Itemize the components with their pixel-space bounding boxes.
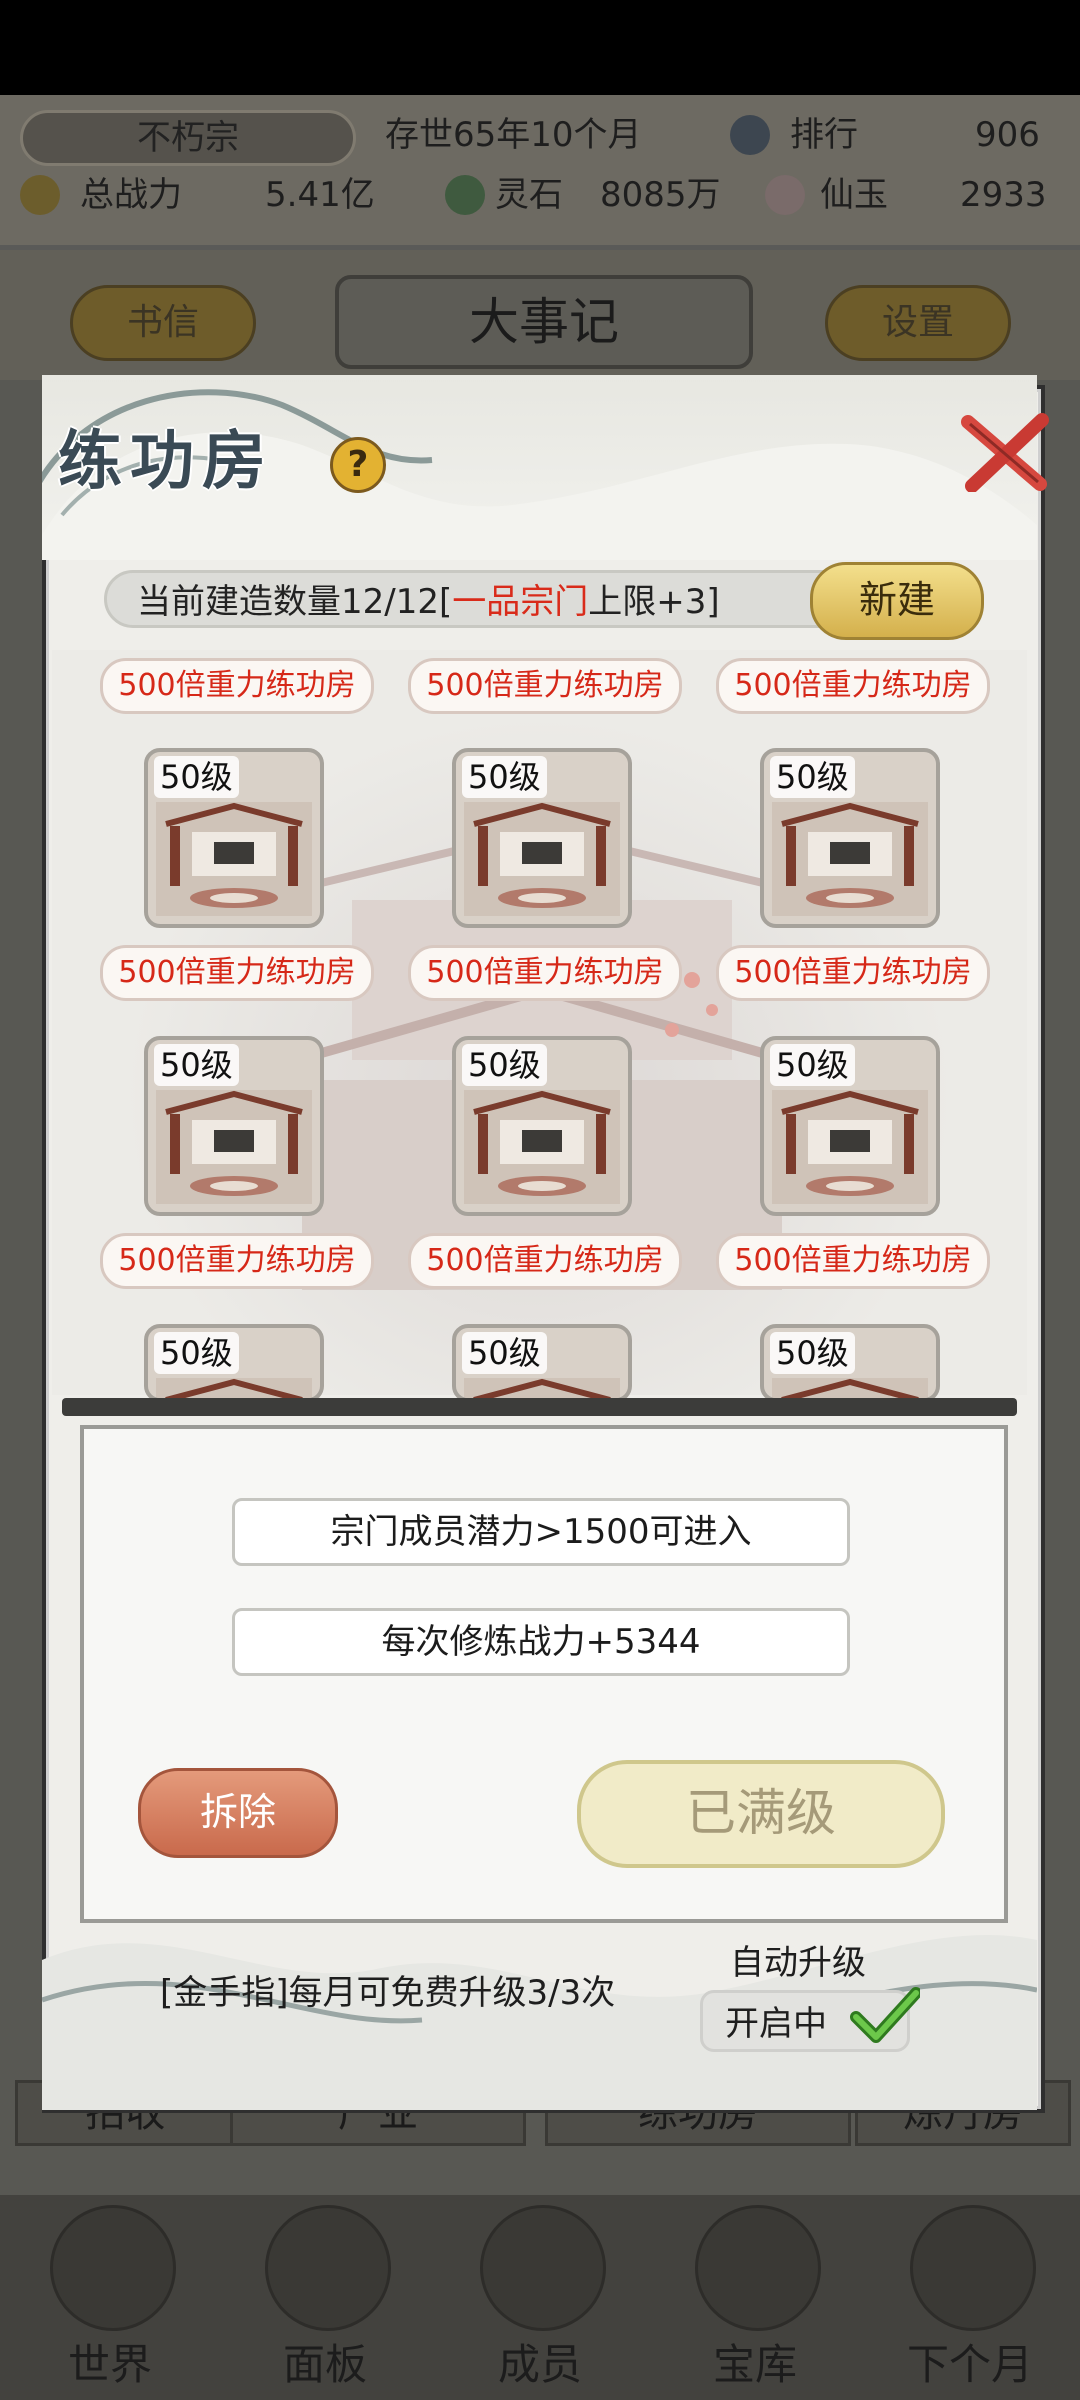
nav-treasury-label: 宝库 [712, 2340, 797, 2389]
room-name-label: 500倍重力练功房 [716, 945, 990, 1001]
nav-members-label: 成员 [497, 2340, 582, 2389]
nav-next-month[interactable]: 下个月 [890, 2205, 1050, 2392]
room-level-badge: 50级 [770, 1332, 855, 1374]
room-name-label: 500倍重力练功房 [716, 658, 990, 714]
gold-finger-text: [金手指]每月可免费升级3/3次 [160, 1973, 616, 2013]
requirement-field: 宗门成员潜力>1500可进入 [232, 1498, 850, 1566]
nav-panel[interactable]: 面板 [245, 2205, 405, 2392]
room-level-badge: 50级 [770, 756, 855, 798]
room-level-badge: 50级 [154, 1332, 239, 1374]
room-card[interactable]: 50级 [144, 1324, 324, 1402]
spirit-stone-icon [445, 175, 485, 215]
nav-next-month-label: 下个月 [906, 2340, 1033, 2389]
spirit-stone-label: 灵石 [495, 175, 563, 215]
room-card[interactable]: 50级 [144, 748, 324, 928]
room-level-badge: 50级 [462, 1332, 547, 1374]
training-room-icon [464, 1090, 620, 1204]
training-room-icon [156, 802, 312, 916]
room-card[interactable]: 50级 [760, 1324, 940, 1402]
help-icon[interactable]: ? [330, 437, 386, 493]
room-level-badge: 50级 [154, 756, 239, 798]
rank-icon [730, 115, 770, 155]
settings-button[interactable]: 设置 [825, 285, 1011, 361]
room-card[interactable]: 50级 [452, 1036, 632, 1216]
room-card[interactable]: 50级 [144, 1036, 324, 1216]
nav-panel-label: 面板 [282, 2340, 367, 2389]
room-level-badge: 50级 [770, 1044, 855, 1086]
room-name-label: 500倍重力练功房 [408, 658, 682, 714]
spirit-stone-value: 8085万 [600, 175, 721, 215]
letters-button[interactable]: 书信 [70, 285, 256, 361]
room-card[interactable]: 50级 [760, 748, 940, 928]
count-suffix: 上限+3] [588, 582, 720, 622]
training-room-icon [464, 802, 620, 916]
dialog-title: 练功房 [58, 424, 274, 499]
nav-world[interactable]: 世界 [30, 2205, 190, 2392]
nav-treasury[interactable]: 宝库 [675, 2205, 835, 2392]
room-name-label: 500倍重力练功房 [100, 945, 374, 1001]
power-value: 5.41亿 [265, 175, 375, 215]
room-name-label: 500倍重力练功房 [100, 658, 374, 714]
status-bar [0, 0, 1080, 95]
room-name-label: 500倍重力练功房 [716, 1233, 990, 1289]
training-room-icon [156, 1090, 312, 1204]
demolish-button[interactable]: 拆除 [138, 1768, 338, 1858]
check-icon[interactable] [850, 1985, 920, 2045]
room-level-badge: 50级 [154, 1044, 239, 1086]
room-card[interactable]: 50级 [452, 748, 632, 928]
panel-icon [265, 2205, 391, 2331]
room-name-label: 500倍重力练功房 [408, 945, 682, 1001]
sect-name: 不朽宗 [20, 110, 356, 166]
room-name-label: 500倍重力练功房 [408, 1233, 682, 1289]
power-label: 总战力 [80, 175, 182, 215]
room-card[interactable]: 50级 [452, 1324, 632, 1402]
chronicle-title[interactable]: 大事记 [335, 275, 753, 369]
room-card[interactable]: 50级 [760, 1036, 940, 1216]
training-room-icon [772, 802, 928, 916]
room-name-label: 500倍重力练功房 [100, 1233, 374, 1289]
max-level-button[interactable]: 已满级 [577, 1760, 945, 1868]
jade-icon [765, 175, 805, 215]
bottom-nav: 世界 面板 成员 宝库 下个月 [0, 2195, 1080, 2400]
next-month-icon [910, 2205, 1036, 2331]
power-icon [20, 175, 60, 215]
count-prefix: 当前建造数量12/12[ [137, 582, 453, 622]
jade-value: 2933 [960, 175, 1047, 215]
room-level-badge: 50级 [462, 756, 547, 798]
nav-members[interactable]: 成员 [460, 2205, 620, 2392]
training-room-icon [772, 1090, 928, 1204]
count-highlight: 一品宗门 [452, 582, 589, 622]
members-icon [480, 2205, 606, 2331]
jade-label: 仙玉 [820, 175, 888, 215]
bonus-field: 每次修炼战力+5344 [232, 1608, 850, 1676]
auto-upgrade-label: 自动升级 [730, 1943, 866, 1983]
panel-divider [62, 1398, 1017, 1416]
era-text: 存世65年10个月 [385, 115, 642, 155]
auto-upgrade-state: 开启中 [725, 2004, 827, 2044]
world-icon [50, 2205, 176, 2331]
rank-value: 906 [975, 115, 1040, 155]
treasury-icon [695, 2205, 821, 2331]
nav-world-label: 世界 [67, 2340, 152, 2389]
room-level-badge: 50级 [462, 1044, 547, 1086]
new-build-button[interactable]: 新建 [810, 562, 984, 640]
top-header: 不朽宗 存世65年10个月 排行 906 总战力 5.41亿 灵石 8085万 … [0, 95, 1080, 245]
close-icon[interactable] [960, 412, 1050, 492]
nav-row: 书信 大事记 设置 [0, 250, 1080, 380]
rank-label: 排行 [790, 115, 858, 155]
